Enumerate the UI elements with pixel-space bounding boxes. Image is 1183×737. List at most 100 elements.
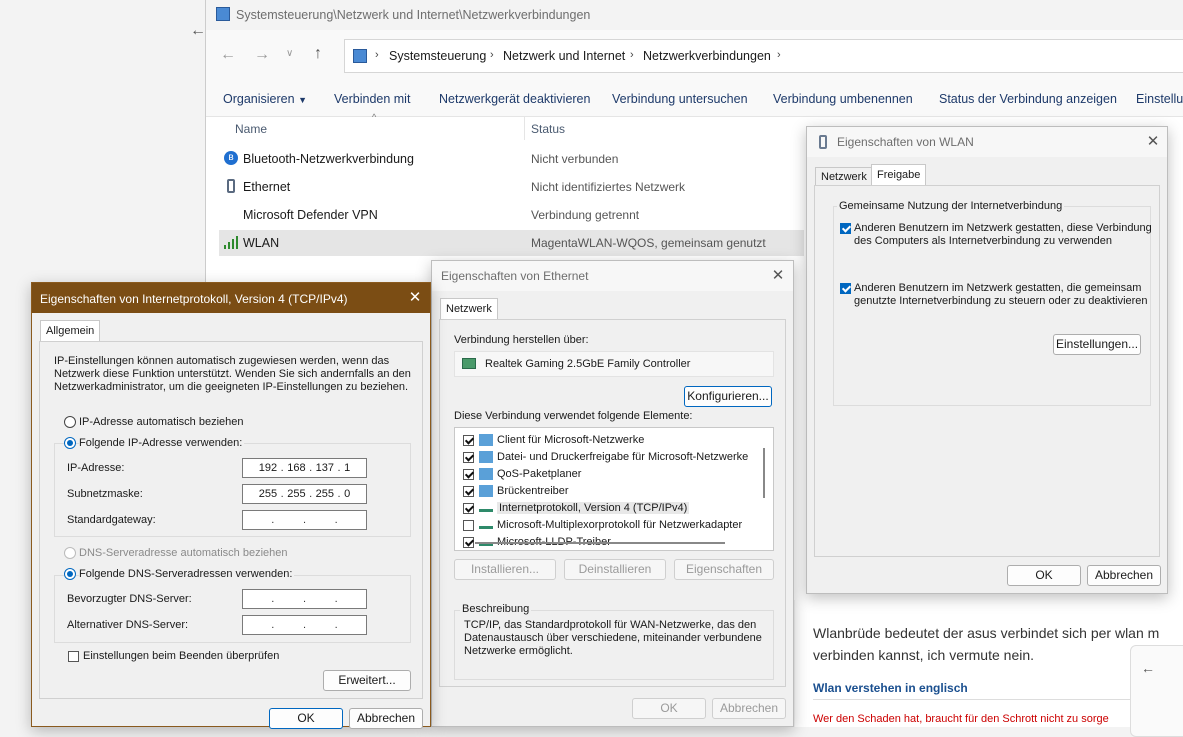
component-label: Internetprotokoll, Version 4 (TCP/IPv4) [497,502,690,514]
alternate-dns-label: Alternativer DNS-Server: [67,619,189,631]
ethernet-ok-button[interactable]: OK [632,698,706,719]
preferred-dns-label: Bevorzugter DNS-Server: [67,593,192,605]
close-icon[interactable]: ✕ [1143,132,1163,152]
component-checkbox[interactable] [463,503,474,514]
wlan-dialog-title: Eigenschaften von WLAN [837,135,974,149]
allow-sharing-checkbox[interactable] [840,223,851,234]
list-item[interactable]: Microsoft-Multiplexorprotokoll für Netzw… [463,517,753,534]
description-line-2: Datenaustausch über verschiedene, mitein… [464,632,762,644]
configure-button[interactable]: Konfigurieren... [684,386,772,407]
wlan-ok-button[interactable]: OK [1007,565,1081,586]
explorer-titlebar: Systemsteuerung\Netzwerk und Internet\Ne… [206,0,1183,30]
address-bar[interactable]: › Systemsteuerung › Netzwerk und Interne… [344,39,1183,73]
manual-ip-radio[interactable] [64,437,76,449]
intro-line-1: IP-Einstellungen können automatisch zuge… [54,355,390,367]
forum-text-line2: verbinden kannst, ich vermute nein. [813,647,1035,663]
ipv4-dialog-title: Eigenschaften von Internetprotokoll, Ver… [40,292,348,306]
horizontal-scrollbar[interactable] [475,542,725,544]
vertical-scrollbar[interactable] [763,448,765,498]
component-checkbox[interactable] [463,537,474,548]
tab-allgemein[interactable]: Allgemein [40,320,101,342]
toolbar-umbenennen[interactable]: Verbindung umbenennen [773,92,913,106]
toolbar-status[interactable]: Status der Verbindung anzeigen [939,92,1117,106]
component-checkbox[interactable] [463,520,474,531]
connection-row-ethernet[interactable]: Ethernet Nicht identifiziertes Netzwerk [219,174,804,200]
breadcrumb-item-verbindungen[interactable]: Netzwerkverbindungen [643,49,771,63]
validate-checkbox[interactable] [68,651,79,662]
protocol-icon [479,509,493,512]
manual-dns-radio[interactable] [64,568,76,580]
alternate-dns-field[interactable]: ... [242,615,367,635]
ipv4-ok-button[interactable]: OK [269,708,343,729]
breadcrumb-item-netzwerk[interactable]: Netzwerk und Internet [503,49,625,63]
list-item[interactable]: QoS-Paketplaner [463,466,753,483]
toolbar-untersuchen[interactable]: Verbindung untersuchen [612,92,748,106]
allow-control-label-2: genutzte Internetverbindung zu steuern o… [854,295,1148,307]
toolbar-organisieren[interactable]: Organisieren ▼ [223,92,307,106]
connection-name: Ethernet [243,180,291,194]
list-item[interactable]: Datei- und Druckerfreigabe für Microsoft… [463,449,753,466]
ipv4-properties-dialog: Eigenschaften von Internetprotokoll, Ver… [31,282,431,729]
ethernet-icon [227,179,235,193]
connection-row-bluetooth[interactable]: ʙ Bluetooth-Netzwerkverbindung Nicht ver… [219,146,804,172]
list-item[interactable]: Brückentreiber [463,483,753,500]
column-header-name[interactable]: Name [235,122,267,136]
nav-forward-icon[interactable]: → [254,46,270,64]
browser-popup: ← [1130,645,1183,737]
ethernet-titlebar: Eigenschaften von Ethernet ✕ [432,261,793,291]
toolbar-einstellungen[interactable]: Einstellun [1136,92,1183,106]
tab-freigabe[interactable]: Freigabe [871,164,927,186]
component-checkbox[interactable] [463,435,474,446]
back-arrow-icon[interactable]: ← [190,22,206,40]
connection-status: Nicht verbunden [531,152,619,166]
list-item[interactable]: Internetprotokoll, Version 4 (TCP/IPv4) [463,500,753,517]
tab-netzwerk[interactable]: Netzwerk [440,298,498,320]
subnet-field[interactable]: 255. 255. 255. 0 [242,484,367,504]
breadcrumb-item-systemsteuerung[interactable]: Systemsteuerung [389,49,486,63]
component-checkbox[interactable] [463,452,474,463]
properties-button[interactable]: Eigenschaften [674,559,774,580]
tab-netzwerk[interactable]: Netzwerk [815,167,873,185]
auto-ip-radio[interactable] [64,416,76,428]
breadcrumb-sep-icon: › [777,49,781,61]
ipv4-titlebar: Eigenschaften von Internetprotokoll, Ver… [32,283,430,313]
nav-up-icon[interactable]: ↑ [314,45,322,63]
description-title: Beschreibung [460,603,532,615]
toolbar-deaktivieren[interactable]: Netzwerkgerät deaktivieren [439,92,590,106]
allow-control-checkbox[interactable] [840,283,851,294]
popup-back-icon[interactable]: ← [1141,660,1155,676]
uninstall-button[interactable]: Deinstallieren [564,559,666,580]
toolbar-verbinden[interactable]: Verbinden mit [334,92,410,106]
adapter-field: Realtek Gaming 2.5GbE Family Controller [454,351,774,377]
ethernet-cancel-button[interactable]: Abbrechen [712,698,786,719]
preferred-dns-field[interactable]: ... [242,589,367,609]
connection-row-wlan[interactable]: WLAN MagentaWLAN-WQOS, gemeinsam genutzt [219,230,804,256]
ipv4-cancel-button[interactable]: Abbrechen [349,708,423,729]
nav-recent-icon[interactable]: ∨ [286,48,293,59]
close-icon[interactable]: ✕ [768,266,788,286]
wlan-settings-button[interactable]: Einstellungen... [1053,334,1141,355]
list-item[interactable]: Client für Microsoft-Netzwerke [463,432,753,449]
nav-back-icon[interactable]: ← [220,46,236,64]
manual-dns-label: Folgende DNS-Serveradressen verwenden: [79,568,295,580]
connection-name: Bluetooth-Netzwerkverbindung [243,152,414,166]
background-left [0,0,180,290]
connection-status: Nicht identifiziertes Netzwerk [531,180,686,194]
column-header-status[interactable]: Status [531,122,565,136]
component-checkbox[interactable] [463,486,474,497]
ip-address-field[interactable]: 192. 168. 137. 1 [242,458,367,478]
gateway-field[interactable]: ... [242,510,367,530]
connect-via-label: Verbindung herstellen über: [454,334,589,346]
close-icon[interactable]: ✕ [405,288,425,308]
wlan-dialog-icon [819,135,827,149]
network-client-icon [479,434,493,446]
wlan-cancel-button[interactable]: Abbrechen [1087,565,1161,586]
ics-group-title: Gemeinsame Nutzung der Internetverbindun… [837,200,1065,212]
forum-link[interactable]: Wlan verstehen in englisch [813,681,968,695]
component-checkbox[interactable] [463,469,474,480]
connection-row-vpn[interactable]: Microsoft Defender VPN Verbindung getren… [219,202,804,228]
auto-dns-radio[interactable] [64,547,76,559]
advanced-button[interactable]: Erweitert... [323,670,411,691]
install-button[interactable]: Installieren... [454,559,556,580]
ethernet-dialog-title: Eigenschaften von Ethernet [441,269,589,283]
